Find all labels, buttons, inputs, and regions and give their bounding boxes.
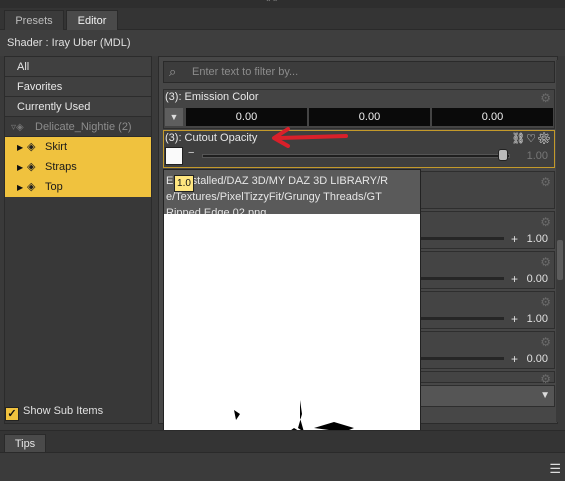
plus-icon[interactable]: + bbox=[511, 272, 518, 286]
gear-icon[interactable]: ⚙ bbox=[540, 372, 551, 386]
surface-item-straps[interactable]: ▶ ◈ Straps bbox=[5, 157, 151, 177]
tab-presets[interactable]: Presets bbox=[4, 10, 64, 30]
tab-tips[interactable]: Tips bbox=[4, 434, 46, 452]
surface-icon: ◈ bbox=[27, 141, 36, 153]
property-cutout-opacity: (3): Cutout Opacity ⛓♡⚙ − 1.00 bbox=[163, 130, 555, 168]
gear-icon[interactable]: ⚙ bbox=[540, 255, 551, 269]
gear-icon[interactable]: ⚙ bbox=[540, 91, 551, 105]
plus-icon[interactable]: + bbox=[511, 312, 518, 326]
surface-label: Top bbox=[45, 181, 63, 193]
expand-triangle-icon[interactable]: ▼ bbox=[165, 108, 183, 126]
group-label: Delicate_Nightie (2) bbox=[35, 121, 132, 133]
filter-bar: ⌕ bbox=[163, 61, 555, 83]
texture-preview-tooltip: E : Installed/DAZ 3D/MY DAZ 3D LIBRARY/R… bbox=[163, 169, 421, 471]
scrollbar-thumb[interactable] bbox=[557, 240, 563, 280]
bottom-bar: ☰ bbox=[0, 452, 565, 481]
plus-icon[interactable]: + bbox=[511, 352, 518, 366]
emission-g-field[interactable]: 0.00 bbox=[309, 108, 430, 126]
value-badge: 1.0 bbox=[174, 175, 194, 192]
surface-label: Skirt bbox=[45, 141, 67, 153]
show-sub-items-label: Show Sub Items bbox=[23, 405, 104, 417]
opacity-slider-track[interactable] bbox=[202, 154, 510, 158]
gear-icon[interactable]: ⚙ bbox=[540, 295, 551, 309]
property-label: (3): Emission Color bbox=[165, 91, 259, 103]
bottom-tabs: Tips bbox=[0, 430, 565, 452]
expand-triangle-icon[interactable]: ▶ bbox=[17, 178, 27, 198]
texture-swatch[interactable] bbox=[165, 147, 183, 165]
gear-icon[interactable]: ⚙ bbox=[540, 215, 551, 229]
surface-list: All Favorites Currently Used ▿◈ Delicate_… bbox=[4, 56, 152, 424]
list-item-favorites[interactable]: Favorites bbox=[5, 77, 151, 97]
surface-item-skirt[interactable]: ▶ ◈ Skirt bbox=[5, 137, 151, 157]
gear-icon[interactable]: ⚙ bbox=[540, 335, 551, 349]
texture-path-text: E : Installed/DAZ 3D/MY DAZ 3D LIBRARY/R… bbox=[164, 170, 420, 219]
minus-icon[interactable]: − bbox=[188, 147, 194, 159]
list-item-all[interactable]: All bbox=[5, 57, 151, 77]
surface-icon: ◈ bbox=[27, 161, 36, 173]
property-value[interactable]: 0.00 bbox=[527, 353, 548, 365]
scrollbar[interactable] bbox=[556, 60, 564, 422]
dropdown-arrow-icon[interactable]: ▼ bbox=[540, 390, 550, 401]
surface-label: Straps bbox=[45, 161, 77, 173]
gear-icon[interactable]: ⚙ bbox=[540, 175, 551, 189]
plus-icon[interactable]: + bbox=[511, 232, 518, 246]
surface-icon: ◈ bbox=[27, 181, 36, 193]
expand-triangle-icon[interactable]: ▶ bbox=[17, 158, 27, 178]
tab-editor[interactable]: Editor bbox=[66, 10, 118, 30]
property-value[interactable]: 1.00 bbox=[527, 233, 548, 245]
group-delicate-nightie[interactable]: ▿◈ Delicate_Nightie (2) bbox=[5, 117, 151, 137]
surface-item-top[interactable]: ▶ ◈ Top bbox=[5, 177, 151, 197]
opacity-value[interactable]: 1.00 bbox=[527, 150, 548, 162]
emission-b-field[interactable]: 0.00 bbox=[432, 108, 553, 126]
link-heart-gear-icons[interactable]: ⛓♡⚙ bbox=[511, 132, 552, 145]
emission-r-field[interactable]: 0.00 bbox=[186, 108, 307, 126]
figure-group-icon: ▿◈ bbox=[11, 122, 24, 133]
list-item-currently-used[interactable]: Currently Used bbox=[5, 97, 151, 117]
checkmark-icon: ✓ bbox=[5, 407, 19, 421]
show-sub-items-checkbox[interactable]: ✓ Show Sub Items bbox=[5, 403, 104, 421]
pane-tabs: Presets Editor bbox=[0, 8, 565, 30]
property-value[interactable]: 1.00 bbox=[527, 313, 548, 325]
title-strip: ⌃⌃ bbox=[0, 0, 565, 8]
property-emission-color: (3): Emission Color ⚙ ▼ 0.00 0.00 0.00 bbox=[163, 89, 555, 129]
property-value[interactable]: 0.00 bbox=[527, 273, 548, 285]
search-icon[interactable]: ⌕ bbox=[169, 64, 187, 80]
red-arrow-annotation bbox=[272, 127, 348, 148]
menu-icon[interactable]: ☰ bbox=[549, 461, 561, 477]
property-label: (3): Cutout Opacity bbox=[165, 132, 258, 144]
filter-input[interactable] bbox=[192, 64, 552, 80]
opacity-slider-knob[interactable] bbox=[498, 149, 508, 161]
shader-label: Shader : Iray Uber (MDL) bbox=[0, 30, 565, 56]
expand-triangle-icon[interactable]: ▶ bbox=[17, 138, 27, 158]
drag-grip-icon[interactable]: ⌃⌃ bbox=[265, 0, 278, 7]
